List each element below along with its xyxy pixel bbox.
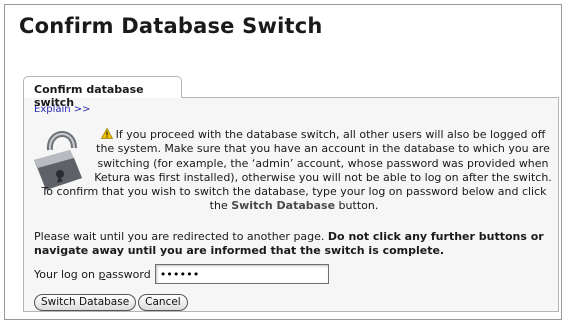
page-frame: Confirm Database Switch Confirm database… — [4, 4, 562, 320]
switch-database-button[interactable]: Switch Database — [34, 294, 137, 311]
password-row: Your log on password — [34, 264, 329, 284]
switch-database-emphasis: Switch Database — [231, 199, 336, 213]
wait-paragraph: Please wait until you are redirected to … — [34, 230, 554, 259]
wait-text: Please wait until you are redirected to … — [34, 230, 328, 243]
warning-paragraph: If you proceed with the database switch,… — [34, 128, 554, 214]
page-title: Confirm Database Switch — [19, 14, 323, 38]
password-label: Your log on password — [34, 267, 151, 281]
warning-triangle-icon — [100, 128, 113, 139]
warning-text-2: button. — [335, 199, 379, 213]
confirm-panel: Explain >> If you proceed with the datab… — [23, 97, 559, 312]
cancel-button[interactable]: Cancel — [138, 294, 188, 311]
button-row: Switch Database Cancel — [34, 294, 188, 311]
tab-confirm-database-switch[interactable]: Confirm database switch — [23, 76, 182, 109]
password-field[interactable] — [154, 264, 329, 284]
